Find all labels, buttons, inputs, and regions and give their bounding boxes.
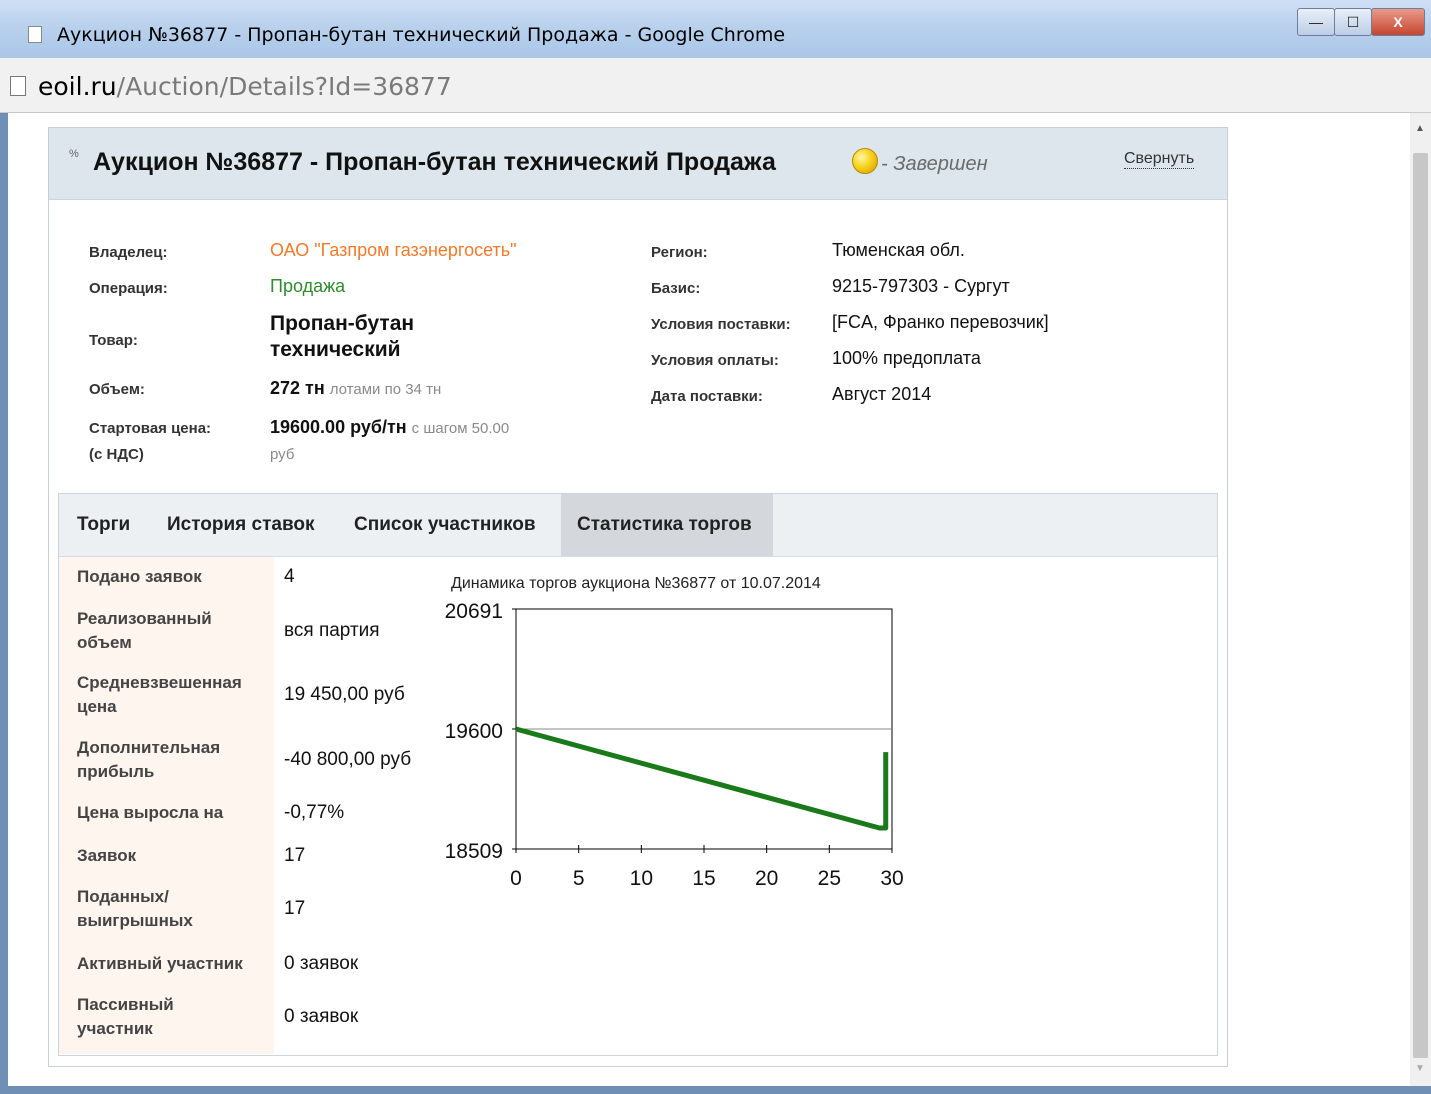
stat-value-sold-volume: вся партия	[284, 620, 380, 641]
chart-x-tick-label: 20	[755, 867, 778, 890]
price-label: Стартовая цена: (с НДС)	[89, 416, 211, 468]
tab-participants[interactable]: Список участников	[338, 494, 552, 556]
tab-bid-history[interactable]: История ставок	[151, 494, 331, 556]
basis-value: 9215-797303 - Сургут	[832, 276, 1010, 296]
maximize-button[interactable]: ☐	[1334, 8, 1372, 36]
stat-value-extra-profit: -40 800,00 руб	[284, 749, 412, 770]
stat-label-submitted-won: Поданных/ выигрышных	[77, 887, 193, 930]
price-label-line2: (с НДС)	[89, 446, 144, 463]
chart-title: Динамика торгов аукциона №36877 от 10.07…	[451, 575, 821, 592]
owner-value: ОАО "Газпром газэнергосеть"	[270, 240, 517, 260]
auction-tabs: Торги История ставок Список участников С…	[58, 493, 1218, 1056]
auction-title: Аукцион №36877 - Пропан-бутан технически…	[93, 148, 776, 176]
chart-y-tick-label: 18509	[445, 840, 503, 863]
document-icon	[10, 76, 26, 96]
url-path: /Auction/Details?Id=36877	[116, 72, 452, 101]
scroll-up-arrow-icon[interactable]: ▲	[1415, 123, 1425, 134]
product-value-line2: технический	[270, 338, 401, 361]
chart-x-tick-label: 15	[692, 867, 715, 890]
basis-label: Базис:	[651, 280, 701, 297]
price-step: с шагом 50.00	[411, 420, 510, 437]
stat-label-weighted-price: Средневзвешенная цена	[77, 673, 242, 716]
product-value-line1: Пропан-бутан	[270, 312, 415, 335]
region-value: Тюменская обл.	[832, 240, 965, 260]
chart-x-tick-label: 30	[880, 867, 903, 890]
stat-label-passive-participant: Пассивный участник	[77, 995, 174, 1038]
stat-label-active-participant: Активный участник	[77, 954, 243, 973]
delivery-date-label: Дата поставки:	[651, 388, 763, 405]
close-button[interactable]: X	[1371, 8, 1425, 36]
delivery-terms-value: [FCA, Франко перевозчик]	[832, 312, 1049, 332]
chart-y-tick-label: 19600	[445, 720, 503, 743]
stat-label-bids-submitted: Подано заявок	[77, 567, 202, 586]
stat-value-passive-participant: 0 заявок	[284, 1006, 359, 1027]
volume-label: Объем:	[89, 381, 145, 398]
chart-y-tick-label: 20691	[445, 600, 503, 623]
stat-value-price-growth: -0,77%	[284, 802, 345, 823]
stat-label-bids: Заявок	[77, 846, 137, 865]
volume-row: 272 тн лотами по 34 тн	[270, 378, 441, 399]
window-titlebar: Аукцион №36877 - Пропан-бутан технически…	[0, 0, 1431, 58]
address-bar[interactable]: eoil.ru/Auction/Details?Id=36877	[0, 58, 1431, 113]
tab-trading[interactable]: Торги	[61, 494, 146, 556]
payment-terms-label: Условия оплаты:	[651, 352, 779, 369]
scroll-down-arrow-icon[interactable]: ▼	[1415, 1063, 1425, 1074]
page-icon	[28, 26, 42, 43]
volume-lots: лотами по 34 тн	[329, 381, 442, 398]
owner-label: Владелец:	[89, 244, 168, 261]
panel-header: % Аукцион №36877 - Пропан-бутан техничес…	[49, 128, 1227, 200]
chart-svg: 0 5 10 15 20 25 30 18509 19600 20691	[445, 600, 904, 890]
delivery-date-value: Август 2014	[832, 384, 932, 404]
volume-value: 272 тн	[270, 378, 325, 398]
url-text[interactable]: eoil.ru/Auction/Details?Id=36877	[38, 72, 452, 101]
chart-x-tick-label: 5	[573, 867, 585, 890]
trading-chart: Динамика торгов аукциона №36877 от 10.07…	[439, 569, 959, 929]
delivery-terms-label: Условия поставки:	[651, 316, 791, 333]
stat-value-bids: 17	[284, 845, 306, 866]
price-row: 19600.00 руб/тн с шагом 50.00 руб	[270, 414, 509, 468]
price-step-unit: руб	[270, 446, 295, 463]
stat-value-active-participant: 0 заявок	[284, 953, 359, 974]
minimize-button[interactable]: —	[1297, 8, 1335, 36]
stat-label-extra-profit: Дополнительная прибыль	[77, 738, 221, 781]
price-label-line1: Стартовая цена:	[89, 420, 212, 437]
percent-icon: %	[69, 148, 79, 160]
tab-bar: Торги История ставок Список участников С…	[59, 494, 1217, 557]
operation-label: Операция:	[89, 280, 168, 297]
product-label: Товар:	[89, 332, 138, 349]
window-bottom-border	[0, 1086, 1431, 1094]
stat-label-price-growth: Цена выросла на	[77, 803, 224, 822]
auction-panel: % Аукцион №36877 - Пропан-бутан техничес…	[48, 127, 1228, 1067]
scrollbar-thumb[interactable]	[1413, 153, 1428, 1058]
chart-x-tick-label: 0	[510, 867, 522, 890]
region-label: Регион:	[651, 244, 708, 261]
product-value: Пропан-бутан технический	[270, 311, 414, 363]
status-indicator-icon	[852, 148, 878, 174]
url-host: eoil.ru	[38, 72, 117, 101]
auction-status: - Завершен	[881, 153, 988, 175]
stat-label-sold-volume: Реализованный объем	[77, 609, 212, 652]
window-controls: — ☐ X	[1297, 8, 1425, 36]
window-left-border	[0, 113, 8, 1094]
stat-value-submitted-won: 17	[284, 898, 306, 919]
collapse-link[interactable]: Свернуть	[1124, 150, 1195, 169]
chart-x-tick-label: 25	[818, 867, 841, 890]
stat-value-weighted-price: 19 450,00 руб	[284, 684, 405, 705]
tab-statistics[interactable]: Статистика торгов	[561, 494, 773, 556]
payment-terms-value: 100% предоплата	[832, 348, 981, 368]
window-title: Аукцион №36877 - Пропан-бутан технически…	[57, 24, 786, 46]
price-value: 19600.00 руб/тн	[270, 417, 407, 437]
page-viewport: % Аукцион №36877 - Пропан-бутан техничес…	[8, 113, 1409, 1086]
operation-value: Продажа	[270, 276, 346, 296]
vertical-scrollbar[interactable]: ▲ ▼	[1410, 113, 1431, 1086]
stat-value-bids-submitted: 4	[284, 566, 295, 587]
chart-x-tick-label: 10	[630, 867, 653, 890]
